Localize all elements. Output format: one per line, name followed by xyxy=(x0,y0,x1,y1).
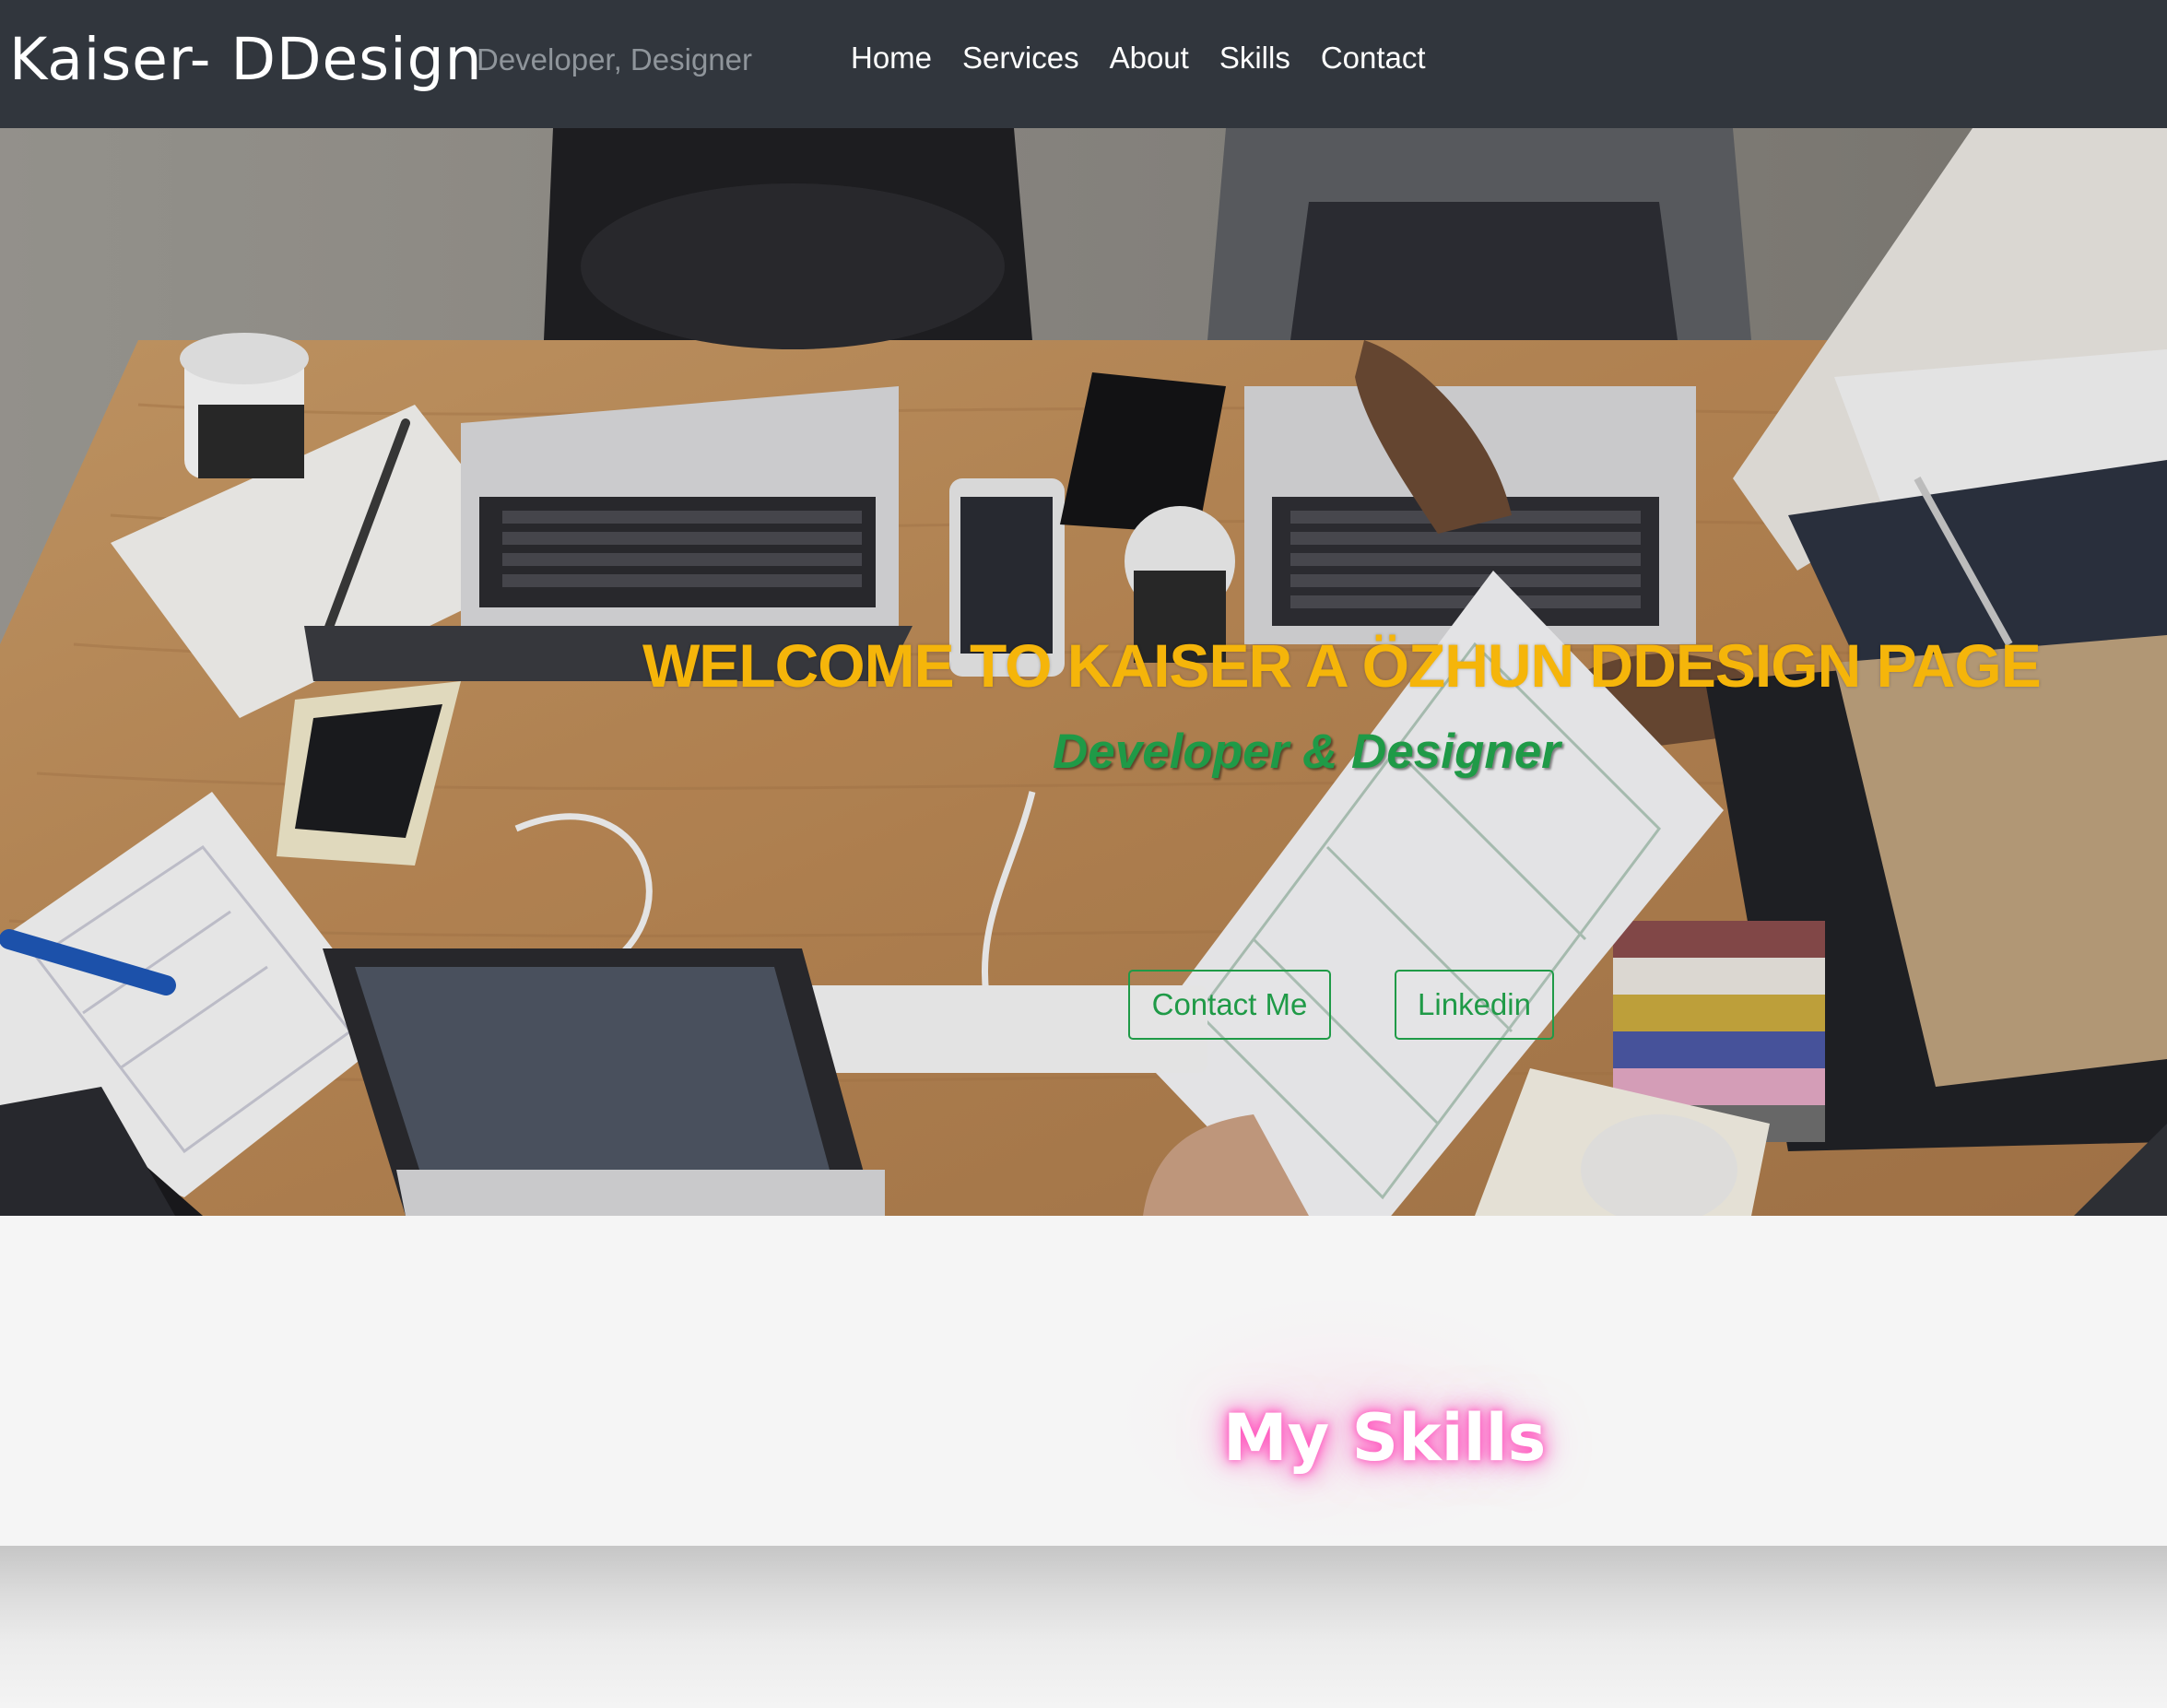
nav-link-home[interactable]: Home xyxy=(851,41,932,76)
linkedin-button[interactable]: Linkedin xyxy=(1395,970,1554,1040)
brand-tagline: Developer, Designer xyxy=(477,42,752,77)
hero-section: WELCOME TO KAISER A ÖZHUN DDESIGN PAGE D… xyxy=(0,128,2167,1216)
nav-link-skills[interactable]: Skills xyxy=(1219,41,1290,76)
nav-link-services[interactable]: Services xyxy=(962,41,1079,76)
hero-title: WELCOME TO KAISER A ÖZHUN DDESIGN PAGE xyxy=(642,631,2042,700)
skills-title: My Skills xyxy=(1223,1400,1547,1476)
nav-links: Home Services About Skills Contact xyxy=(851,41,1426,76)
top-navbar: Kaiser- DDesign Developer, Designer Home… xyxy=(0,0,2167,128)
contact-me-button[interactable]: Contact Me xyxy=(1128,970,1331,1040)
brand-logo[interactable]: Kaiser- DDesign xyxy=(9,26,483,93)
section-shadow-divider xyxy=(0,1546,2167,1708)
skills-section: My Skills xyxy=(0,1216,2167,1546)
hero-subtitle: Developer & Designer xyxy=(1053,724,1560,779)
nav-link-about[interactable]: About xyxy=(1110,41,1189,76)
nav-link-contact[interactable]: Contact xyxy=(1321,41,1426,76)
